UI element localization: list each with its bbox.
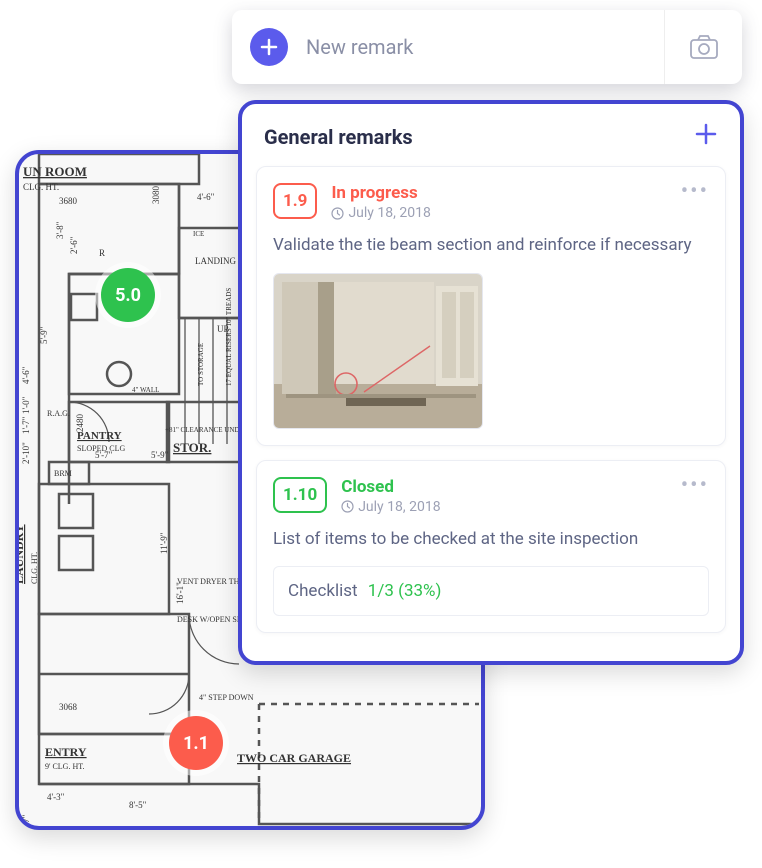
more-options-button[interactable]: ••• <box>681 179 709 204</box>
clock-icon <box>341 500 354 513</box>
remark-photo[interactable] <box>273 273 483 429</box>
svg-text:ENTRY: ENTRY <box>45 745 87 759</box>
new-remark-bar[interactable]: New remark <box>232 10 742 84</box>
svg-text:17 EQUAL RISERS 10" TREADS: 17 EQUAL RISERS 10" TREADS <box>225 288 233 386</box>
plus-icon <box>694 122 718 146</box>
svg-text:TWO CAR GARAGE: TWO CAR GARAGE <box>237 751 351 765</box>
svg-text:LAUNDRY: LAUNDRY <box>15 524 26 584</box>
svg-text:CLG. HT.: CLG. HT. <box>30 552 39 584</box>
checklist-progress: 1/3 (33%) <box>368 581 442 601</box>
add-remark-button[interactable] <box>694 122 718 152</box>
svg-text:8'-5": 8'-5" <box>129 800 147 810</box>
remark-body: Validate the tie beam section and reinfo… <box>273 233 709 259</box>
svg-text:2480: 2480 <box>75 414 85 433</box>
svg-text:4'-3": 4'-3" <box>47 792 65 802</box>
svg-text:STOR.: STOR. <box>173 440 211 455</box>
svg-text:UN ROOM: UN ROOM <box>23 164 87 179</box>
remark-date: July 18, 2018 <box>331 205 709 221</box>
svg-text:3068: 3068 <box>59 702 78 712</box>
remark-card[interactable]: ••• 1.9 In progress July 18, 2018 Valida… <box>256 166 726 446</box>
remark-status: In progress <box>331 183 709 203</box>
svg-text:ICE: ICE <box>193 230 204 238</box>
svg-text:1'-7": 1'-7" <box>21 416 31 434</box>
svg-text:VENT DRYER TH: VENT DRYER TH <box>177 577 240 586</box>
checklist-box[interactable]: Checklist 1/3 (33%) <box>273 566 709 616</box>
svg-text:TO STORAGE: TO STORAGE <box>197 343 205 386</box>
svg-text:5'-7": 5'-7" <box>95 450 113 460</box>
svg-text:5'-9": 5'-9" <box>151 450 169 460</box>
svg-text:CLG. HT.: CLG. HT. <box>23 182 59 192</box>
remark-date-text: July 18, 2018 <box>348 205 430 221</box>
svg-text:2'-10": 2'-10" <box>21 442 31 464</box>
remarks-header: General remarks <box>242 104 740 166</box>
remarks-title: General remarks <box>264 125 413 149</box>
new-remark-placeholder: New remark <box>306 35 664 59</box>
svg-text:3080: 3080 <box>151 186 161 205</box>
remark-card[interactable]: ••• 1.10 Closed July 18, 2018 List of it… <box>256 460 726 634</box>
svg-text:R.A.G.: R.A.G. <box>47 409 70 418</box>
camera-icon <box>689 34 719 60</box>
svg-text:3'-8": 3'-8" <box>55 221 65 239</box>
camera-button[interactable] <box>664 10 742 84</box>
marker-label: 5.0 <box>115 285 141 306</box>
svg-text:3680: 3680 <box>59 196 78 206</box>
svg-text:LANDING: LANDING <box>195 256 236 266</box>
svg-text:1'-0": 1'-0" <box>21 396 31 414</box>
svg-text:9' CLG. HT.: 9' CLG. HT. <box>45 762 85 771</box>
remark-status: Closed <box>341 477 709 497</box>
remark-badge: 1.9 <box>273 183 317 219</box>
floorplan-marker-red[interactable]: 1.1 <box>169 716 223 770</box>
svg-text:4" STEP DOWN: 4" STEP DOWN <box>199 693 254 702</box>
svg-text:R: R <box>99 248 105 258</box>
svg-text:BRM: BRM <box>54 469 72 478</box>
svg-text:4'-6": 4'-6" <box>21 366 31 384</box>
svg-text:4'-6": 4'-6" <box>197 192 215 202</box>
remarks-panel: General remarks ••• 1.9 In progress July… <box>238 100 744 665</box>
checklist-label: Checklist <box>288 581 358 601</box>
svg-text:8'-7": 8'-7" <box>21 814 31 830</box>
svg-text:2'-6": 2'-6" <box>69 236 79 254</box>
clock-icon <box>331 207 344 220</box>
svg-text:16'-1": 16'-1" <box>175 582 185 604</box>
svg-text:4" WALL: 4" WALL <box>132 386 159 394</box>
remark-date-text: July 18, 2018 <box>358 499 440 515</box>
remark-date: July 18, 2018 <box>341 499 709 515</box>
floorplan-marker-green[interactable]: 5.0 <box>101 268 155 322</box>
more-options-button[interactable]: ••• <box>681 473 709 498</box>
remark-body: List of items to be checked at the site … <box>273 527 709 553</box>
plus-icon[interactable] <box>250 28 288 66</box>
remark-badge: 1.10 <box>273 477 327 513</box>
marker-label: 1.1 <box>183 733 209 754</box>
svg-text:5'-9": 5'-9" <box>39 326 49 344</box>
svg-text:11'-9": 11'-9" <box>159 532 169 554</box>
